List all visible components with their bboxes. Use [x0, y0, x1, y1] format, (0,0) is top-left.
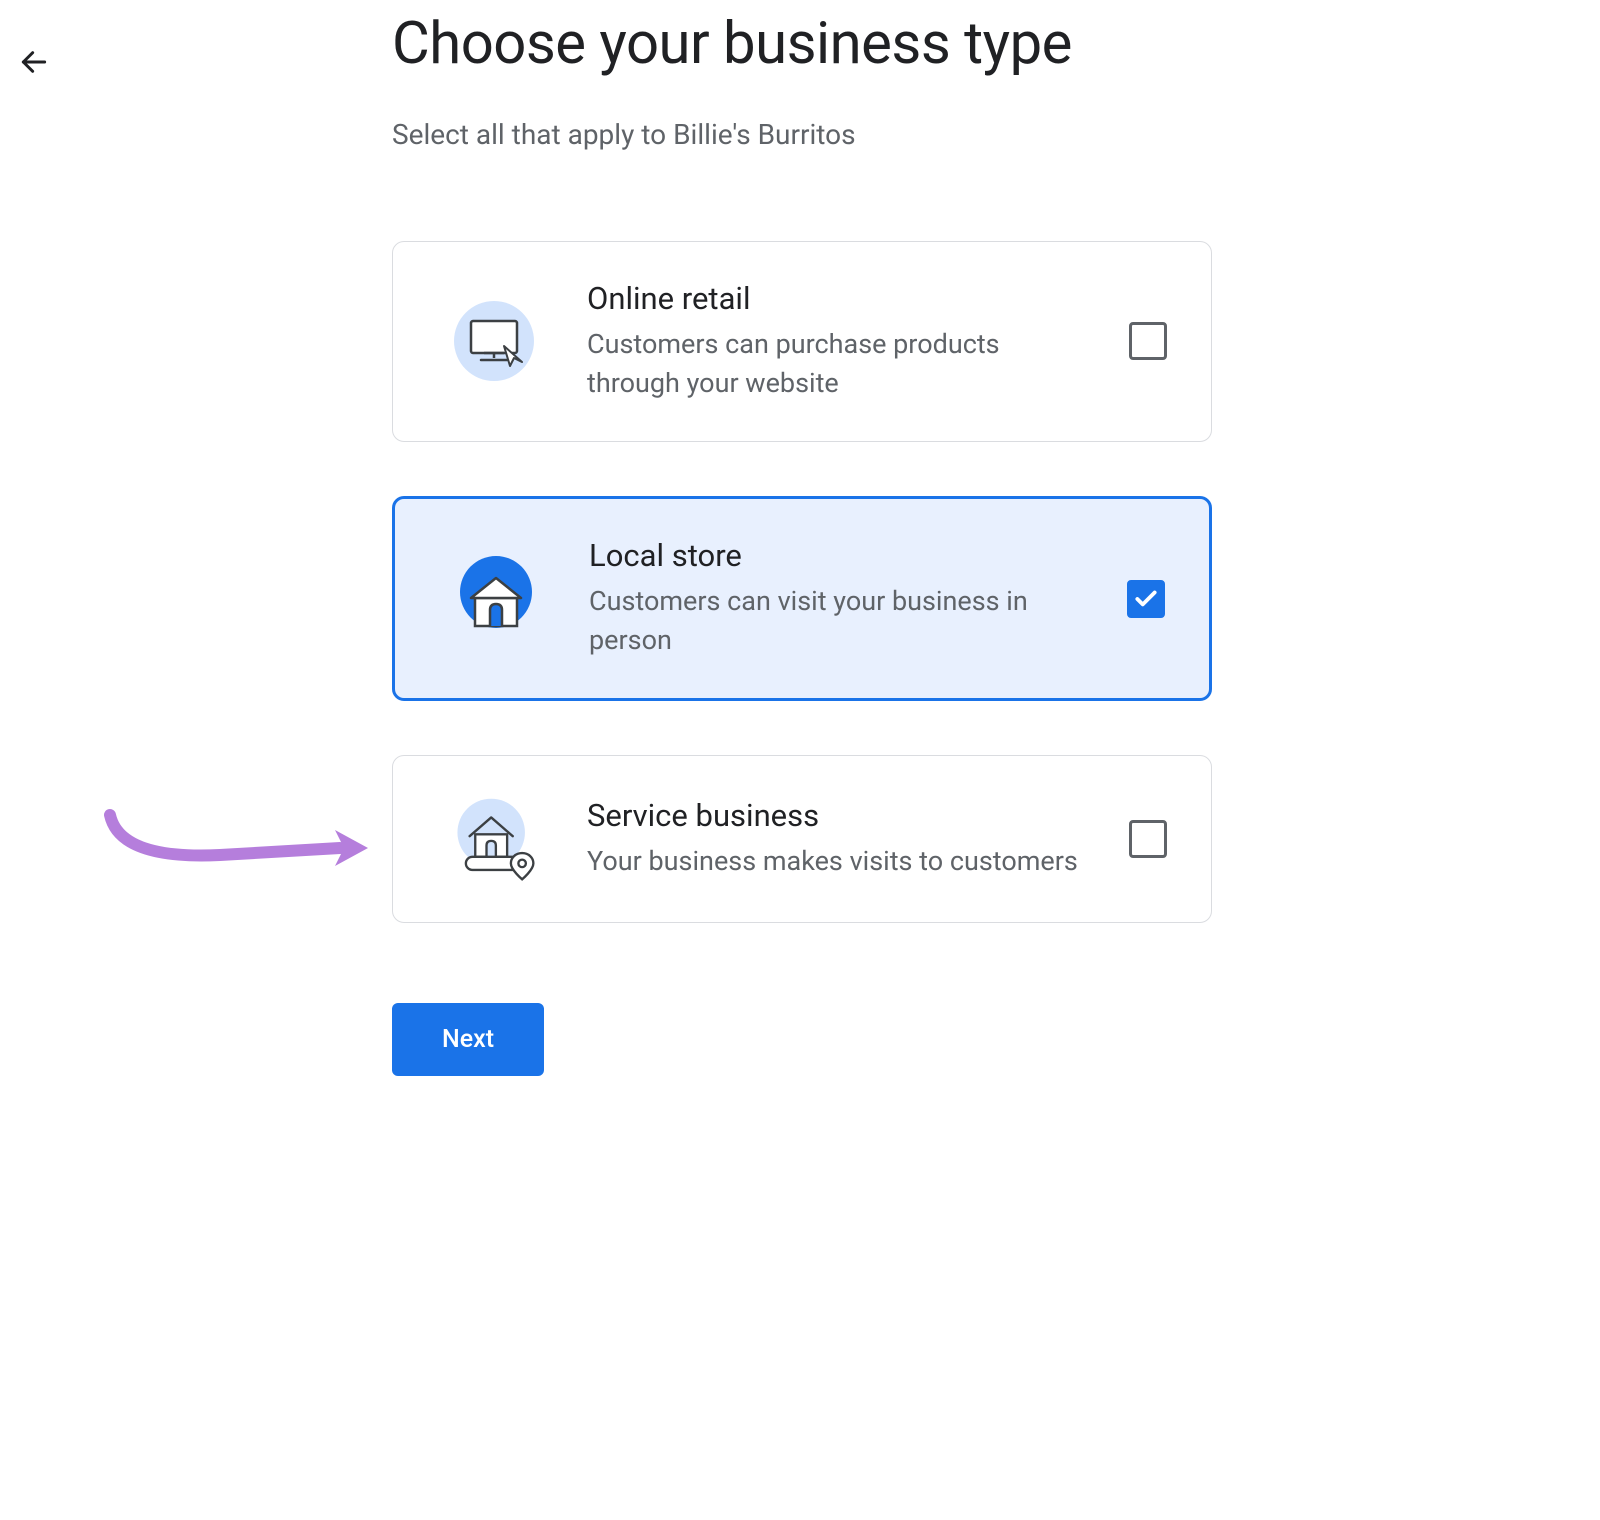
- checkbox-service-business[interactable]: [1129, 820, 1167, 858]
- option-description: Your business makes visits to customers: [587, 842, 1081, 881]
- option-title: Service business: [587, 797, 1081, 834]
- storefront-icon: [451, 554, 541, 644]
- back-button[interactable]: [14, 42, 54, 82]
- house-pin-icon: [449, 794, 539, 884]
- option-description: Customers can purchase products through …: [587, 325, 1081, 403]
- check-icon: [1133, 586, 1159, 612]
- checkbox-online-retail[interactable]: [1129, 322, 1167, 360]
- annotation-arrow-icon: [100, 800, 370, 890]
- option-description: Customers can visit your business in per…: [589, 582, 1079, 660]
- page-title: Choose your business type: [392, 10, 1212, 80]
- option-online-retail[interactable]: Online retail Customers can purchase pro…: [392, 241, 1212, 442]
- next-button[interactable]: Next: [392, 1003, 544, 1076]
- option-local-store[interactable]: Local store Customers can visit your bus…: [392, 496, 1212, 701]
- arrow-left-icon: [18, 46, 50, 78]
- option-service-business[interactable]: Service business Your business makes vis…: [392, 755, 1212, 923]
- option-title: Local store: [589, 537, 1079, 574]
- checkbox-local-store[interactable]: [1127, 580, 1165, 618]
- option-title: Online retail: [587, 280, 1081, 317]
- monitor-cursor-icon: [449, 296, 539, 386]
- business-type-options: Online retail Customers can purchase pro…: [392, 241, 1212, 924]
- page-subtitle: Select all that apply to Billie's Burrit…: [392, 118, 1212, 151]
